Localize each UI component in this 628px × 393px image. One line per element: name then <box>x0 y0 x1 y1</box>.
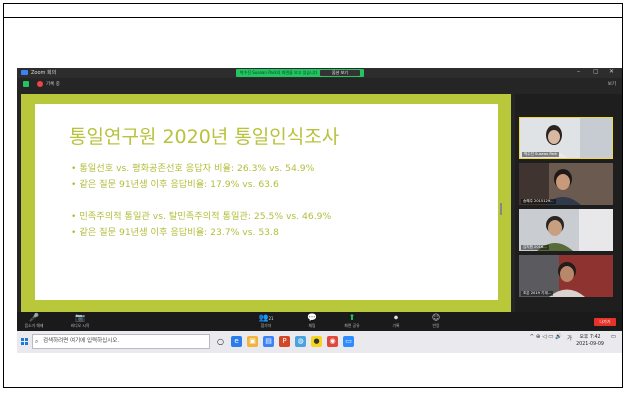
title-bar: Zoom 회의 박수진 Susean Park의 화면을 보고 있습니다 옵션 … <box>17 68 622 78</box>
unmute-button[interactable]: 🎤 음소거 해제 <box>21 313 47 329</box>
file-explorer-icon[interactable]: ▣ <box>247 336 258 347</box>
start-video-button[interactable]: 📷 비디오 시작 <box>65 313 95 329</box>
task-view-icon[interactable]: ○ <box>215 336 226 347</box>
search-placeholder: 검색하려면 여기에 입력하십시오. <box>43 338 120 344</box>
reactions-icon: ☺ <box>431 313 441 322</box>
clock-time: 오후 7:42 <box>579 335 601 340</box>
leave-meeting-button[interactable]: 나가기 <box>594 318 616 326</box>
toolbar-label: 음소거 해제 <box>24 323 44 328</box>
slide-bullet: • 같은 질문 91년생 이후 응답비율: 17.9% vs. 63.6 <box>71 179 279 190</box>
windows-start-icon[interactable] <box>21 338 28 345</box>
zoom-taskbar-icon[interactable]: ▭ <box>343 336 354 347</box>
maximize-icon[interactable]: ▢ <box>593 68 599 75</box>
top-divider <box>3 17 623 18</box>
microphone-muted-icon: 🎤 <box>29 313 39 322</box>
close-icon[interactable]: ✕ <box>609 68 614 75</box>
ime-indicator[interactable]: 가 <box>567 334 572 342</box>
toolbar-label: 채팅 <box>308 323 316 328</box>
notification-icon[interactable]: ▭ <box>611 334 616 340</box>
screen-share-banner: 박수진 Susean Park의 화면을 보고 있습니다 옵션 보기 <box>236 69 364 77</box>
minimize-icon[interactable]: – <box>577 68 580 75</box>
participant-video-tile[interactable]: 송혜주 2015129... <box>519 163 613 205</box>
kakaotalk-icon[interactable]: ● <box>311 336 322 347</box>
reactions-button[interactable]: ☺ 반응 <box>425 313 447 329</box>
participant-name: 김지원 2016... <box>521 245 549 250</box>
participant-video-tile[interactable]: 김지원 2016... <box>519 209 613 251</box>
toolbar-label: 화면 공유 <box>344 323 360 328</box>
zoom-app-icon <box>21 70 28 75</box>
zoom-window: Zoom 회의 박수진 Susean Park의 화면을 보고 있습니다 옵션 … <box>17 68 622 353</box>
windows-taskbar: ⌕ 검색하려면 여기에 입력하십시오. ○ e ▣ ▤ P ◍ ● ◉ ▭ ^ … <box>17 331 622 353</box>
recording-label: 기록 중 <box>46 82 60 87</box>
toolbar-label: 참가자 <box>260 323 272 328</box>
shared-slide: 통일연구원 2020년 통일인식조사 • 통일선호 vs. 평화공존선호 응답자… <box>21 94 511 312</box>
chat-icon: 💬 <box>307 313 317 322</box>
participant-gallery: 박수진 Susean Park 송혜주 2015129... 김지원 2016.… <box>515 94 622 329</box>
toolbar-label: 반응 <box>432 323 440 328</box>
recording-icon <box>37 81 43 87</box>
toolbar-label: 기록 <box>392 323 400 328</box>
meeting-toolbar: 🎤 음소거 해제 📷 비디오 시작 👥21 참가자 💬 채팅 ⬆ 화면 공유 ⏺… <box>17 312 622 331</box>
security-shield-icon[interactable] <box>23 81 29 87</box>
system-tray-icons[interactable]: ^ ⊕ ◁ ▭ 🔊 <box>530 334 562 340</box>
powerpoint-icon[interactable]: P <box>279 336 290 347</box>
banner-text: 박수진 Susean Park의 화면을 보고 있습니다 <box>240 70 318 75</box>
share-screen-icon: ⬆ <box>348 313 356 322</box>
pane-resize-handle[interactable] <box>500 203 502 215</box>
chrome-icon[interactable]: ◍ <box>295 336 306 347</box>
taskbar-clock[interactable]: 오후 7:42 2021-09-09 <box>576 334 604 348</box>
slide-bullet: • 민족주의적 통일관 vs. 탈민족주의적 통일관: 25.5% vs. 46… <box>71 211 332 222</box>
participant-name: 조은 2019 기계... <box>521 291 554 296</box>
edge-browser-icon[interactable]: e <box>231 336 242 347</box>
window-title: Zoom 회의 <box>31 70 57 76</box>
chat-button[interactable]: 💬 채팅 <box>301 313 323 329</box>
participant-video-tile[interactable]: 박수진 Susean Park <box>519 117 613 159</box>
participant-video-tile[interactable]: 조은 2019 기계... <box>519 255 613 297</box>
view-options-button[interactable]: 옵션 보기 <box>320 70 360 76</box>
slide-title: 통일연구원 2020년 통일인식조사 <box>69 126 340 148</box>
record-icon: ⏺ <box>394 313 398 322</box>
record-button[interactable]: ⏺ 기록 <box>385 313 407 329</box>
taskbar-search-box[interactable]: ⌕ 검색하려면 여기에 입력하십시오. <box>32 334 210 349</box>
participant-name: 박수진 Susean Park <box>522 152 560 157</box>
slide-bullet: • 통일선호 vs. 평화공존선호 응답자 비율: 26.3% vs. 54.9… <box>71 163 315 174</box>
participants-icon: 👥21 <box>258 313 274 322</box>
participant-name: 송혜주 2015129... <box>521 199 556 204</box>
slide-canvas: 통일연구원 2020년 통일인식조사 • 통일선호 vs. 평화공존선호 응답자… <box>35 104 498 300</box>
app-icon[interactable]: ◉ <box>327 336 338 347</box>
slide-bullet: • 같은 질문 91년생 이후 응답비율: 23.7% vs. 53.8 <box>71 227 279 238</box>
toolbar-label: 비디오 시작 <box>70 323 90 328</box>
search-icon: ⌕ <box>35 338 39 345</box>
camera-off-icon: 📷 <box>75 313 85 322</box>
participants-button[interactable]: 👥21 참가자 <box>253 313 279 329</box>
participant-count: 21 <box>268 316 274 321</box>
share-screen-button[interactable]: ⬆ 화면 공유 <box>339 313 365 329</box>
view-button[interactable]: 보기 <box>608 81 616 87</box>
store-icon[interactable]: ▤ <box>263 336 274 347</box>
clock-date: 2021-09-09 <box>576 342 604 347</box>
